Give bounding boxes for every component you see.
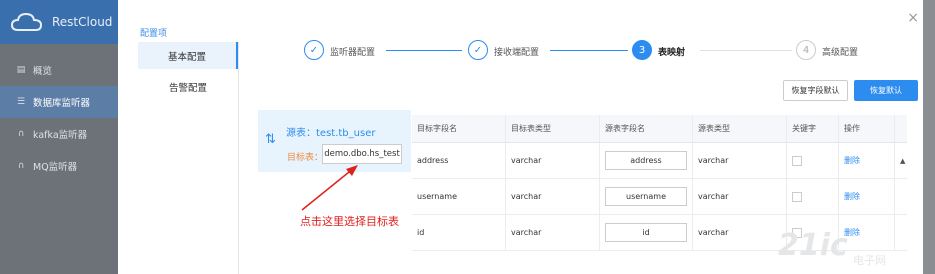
- scroll-up-cell: ▲: [894, 143, 907, 178]
- cloud-logo-icon: [10, 12, 43, 31]
- column-header: 目标表类型: [505, 115, 599, 142]
- step-4-label: 高级配置: [822, 48, 859, 58]
- config-item-alert[interactable]: 告警配置: [138, 73, 238, 100]
- nav-item-label: kafka监听器: [33, 130, 88, 141]
- step-2-label: 接收端配置: [494, 48, 540, 58]
- step-connector: [386, 50, 462, 51]
- source-type-cell: varchar: [692, 215, 786, 250]
- action-cell: 删除: [838, 179, 894, 214]
- source-table: 源表：test.tb_user: [286, 128, 376, 139]
- config-menu: 基本配置 告警配置: [138, 42, 239, 274]
- nav-item-label: 概览: [33, 66, 53, 77]
- column-header: 操作: [838, 115, 894, 142]
- chart-icon: ▤: [16, 65, 26, 75]
- watermark-subtext: 电子网: [853, 254, 886, 267]
- close-icon[interactable]: ×: [907, 10, 919, 26]
- source-field-cell: id: [599, 215, 692, 250]
- key-checkbox[interactable]: [792, 191, 802, 202]
- source-field-cell: username: [599, 179, 692, 214]
- nav-item-label: MQ监听器: [33, 162, 78, 173]
- scroll-header-cell: [894, 115, 907, 142]
- table-header: 目标字段名 目标表类型 源表字段名 源表类型 关键字 操作: [412, 115, 907, 143]
- step-2-check-icon[interactable]: ✓: [468, 40, 488, 60]
- headset-icon: ∩: [17, 161, 25, 171]
- list-icon: ☰: [16, 97, 26, 107]
- target-field-cell: address: [417, 156, 449, 165]
- target-table-label: 目标表：: [287, 153, 324, 163]
- config-item-basic[interactable]: 基本配置: [138, 42, 238, 69]
- table-row: address varchar address varchar 删除 ▲: [412, 143, 907, 179]
- step-3-label: 表映射: [658, 48, 686, 58]
- column-header: 源表字段名: [599, 115, 692, 142]
- action-cell: 删除: [838, 143, 894, 178]
- target-type-cell: varchar: [505, 215, 599, 250]
- target-table-select[interactable]: demo.dbo.hs_test: [322, 144, 402, 164]
- column-header: 关键字: [786, 115, 838, 142]
- key-cell: [786, 143, 838, 178]
- reset-fields-button[interactable]: 恢复字段默认: [783, 80, 848, 101]
- scroll-cell: [894, 179, 907, 214]
- app-sidebar: RestCloud ▤ 概览 ☰ 数据库监听器 ∩ kafka监听器 ∩ MQ监…: [0, 0, 118, 274]
- nav-item-db-listener[interactable]: ☰ 数据库监听器: [0, 86, 118, 118]
- step-4-number[interactable]: 4: [796, 40, 816, 60]
- target-type-cell: varchar: [505, 143, 599, 178]
- key-checkbox[interactable]: [792, 155, 802, 166]
- scroll-cell: [894, 215, 907, 250]
- scroll-up-icon[interactable]: ▲: [900, 157, 905, 165]
- column-header: 目标字段名: [417, 124, 457, 133]
- nav-item-overview[interactable]: ▤ 概览: [0, 54, 118, 86]
- source-type-cell: varchar: [692, 143, 786, 178]
- headset-icon: ∩: [17, 129, 25, 139]
- step-1-label: 监听器配置: [330, 48, 376, 58]
- nav-item-mq-listener[interactable]: ∩ MQ监听器: [0, 150, 118, 182]
- mapping-icon: ⇅: [265, 132, 276, 147]
- wizard-steps: ✓ 监听器配置 ✓ 接收端配置 3 表映射 4 高级配置: [304, 40, 864, 62]
- table-mapping-item[interactable]: ⇅ 源表：test.tb_user 目标表： demo.dbo.hs_test: [258, 110, 411, 172]
- scrollbar-track[interactable]: [923, 0, 935, 274]
- source-field-input[interactable]: id: [605, 223, 687, 242]
- step-1-check-icon[interactable]: ✓: [304, 40, 324, 60]
- source-type-cell: varchar: [692, 179, 786, 214]
- config-section-title: 配置项: [140, 29, 168, 39]
- source-field-input[interactable]: address: [605, 151, 687, 170]
- nav-item-kafka-listener[interactable]: ∩ kafka监听器: [0, 118, 118, 150]
- key-cell: [786, 179, 838, 214]
- step-connector: [700, 50, 792, 51]
- source-field-input[interactable]: username: [605, 187, 687, 206]
- delete-link[interactable]: 删除: [844, 191, 860, 202]
- logo-bar: RestCloud: [0, 0, 118, 44]
- reset-default-button[interactable]: 恢复默认: [854, 80, 918, 101]
- column-header: 源表类型: [692, 115, 786, 142]
- annotation-text: 点击这里选择目标表: [300, 215, 399, 228]
- nav-item-label: 数据库监听器: [33, 98, 91, 109]
- target-field-cell: username: [417, 192, 457, 201]
- brand-name: RestCloud: [52, 15, 113, 29]
- step-3-number[interactable]: 3: [632, 40, 652, 60]
- step-connector: [550, 50, 628, 51]
- source-field-cell: address: [599, 143, 692, 178]
- target-field-cell: id: [417, 228, 425, 237]
- delete-link[interactable]: 删除: [844, 155, 860, 166]
- table-row: username varchar username varchar 删除: [412, 179, 907, 215]
- watermark-logo: 21ic: [778, 228, 848, 263]
- target-type-cell: varchar: [505, 179, 599, 214]
